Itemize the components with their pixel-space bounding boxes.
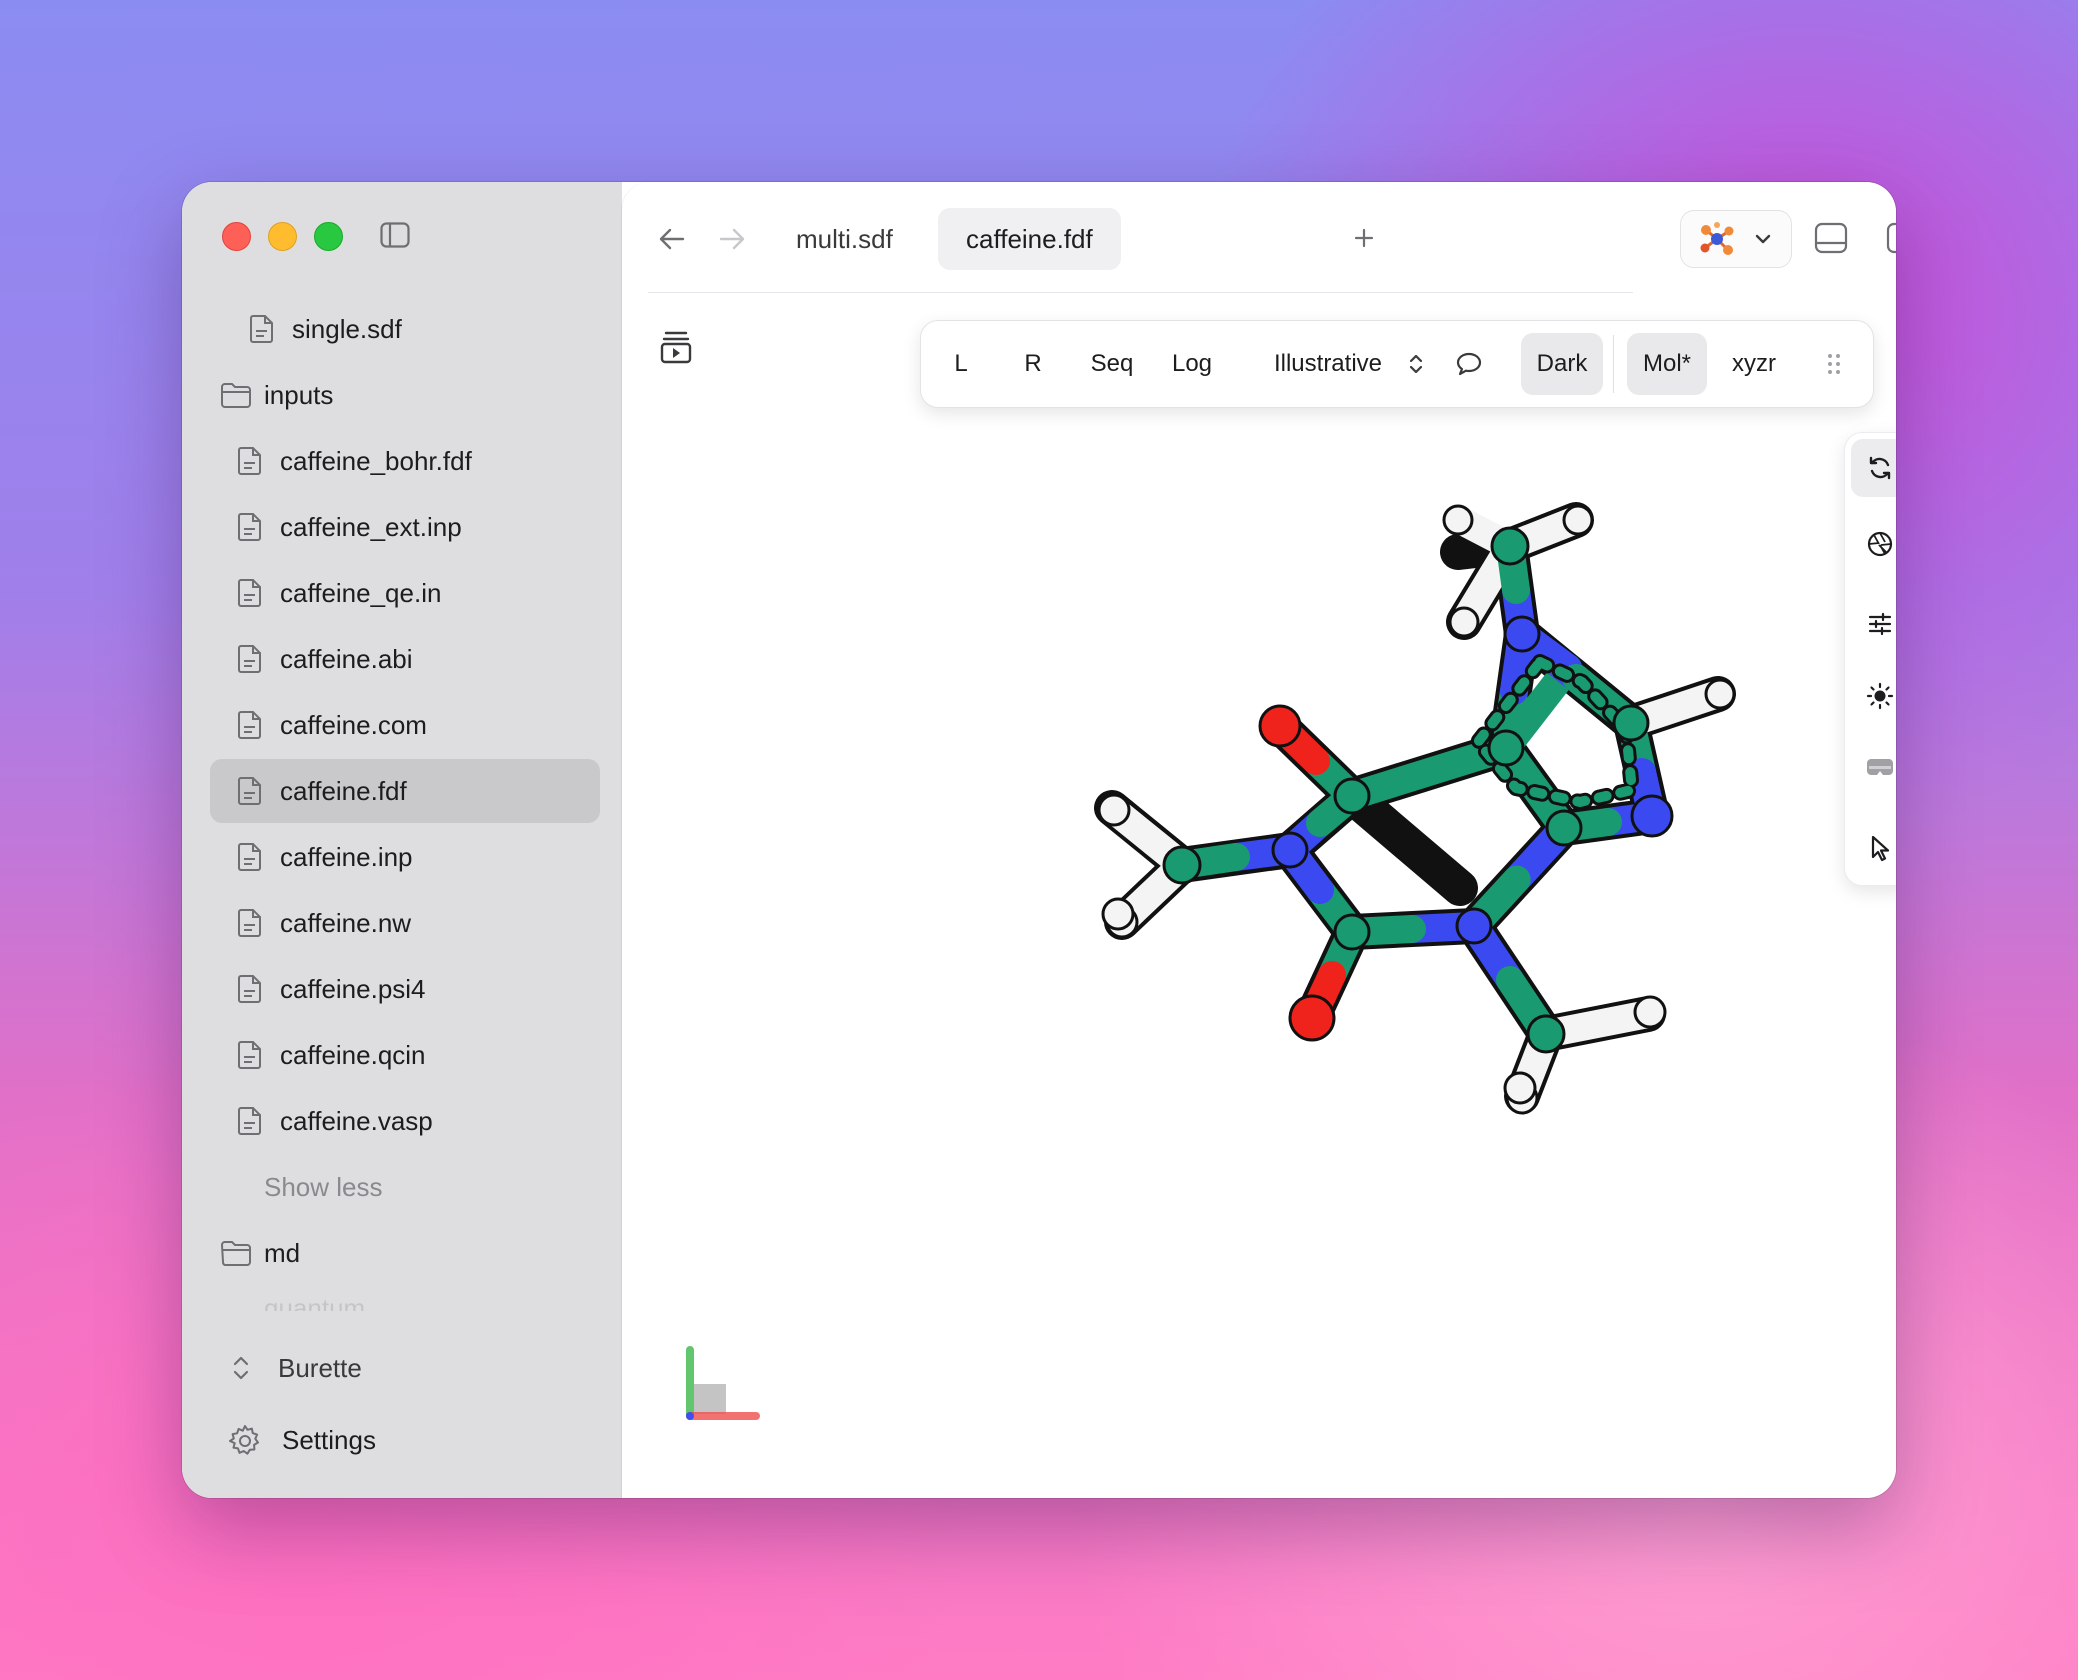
close-button[interactable] <box>222 222 251 251</box>
tree-item-file[interactable]: caffeine_qe.in <box>210 561 600 625</box>
tree-item-file[interactable]: caffeine.psi4 <box>210 957 600 1021</box>
file-icon <box>236 776 264 806</box>
chevron-updown-icon <box>232 1355 250 1381</box>
tree-item-label: caffeine.abi <box>280 643 413 674</box>
tree-item-label: caffeine.vasp <box>280 1105 433 1136</box>
file-icon <box>236 842 264 872</box>
file-icon <box>236 446 264 476</box>
tree-item-file[interactable]: caffeine.qcin <box>210 1023 600 1087</box>
main-pane: multi.sdf caffeine.fdf L R Seq Log Illus… <box>622 182 1896 1498</box>
tree-item-label: caffeine_qe.in <box>280 577 442 608</box>
tree-item-label: caffeine.com <box>280 709 427 740</box>
axes-gizmo <box>686 1346 760 1420</box>
tree-item-label: quantum <box>264 1293 366 1311</box>
file-icon <box>236 578 264 608</box>
gear-icon <box>228 1424 262 1458</box>
tree-item-file[interactable]: caffeine.abi <box>210 627 600 691</box>
tree-item-file-selected[interactable]: caffeine.fdf <box>210 759 600 823</box>
tree-folder-inputs[interactable]: inputs <box>210 363 600 427</box>
file-tree: single.sdf inputs caffeine_bohr.fdf caff… <box>182 297 622 1313</box>
tree-item-label: caffeine.fdf <box>280 775 407 806</box>
file-icon <box>236 1106 264 1136</box>
folder-icon <box>220 1238 252 1268</box>
tree-item-label: caffeine.nw <box>280 907 412 938</box>
sidebar: single.sdf inputs caffeine_bohr.fdf caff… <box>182 182 622 1498</box>
tree-item-label: inputs <box>264 379 334 410</box>
minimize-button[interactable] <box>268 222 297 251</box>
show-less-label: Show less <box>264 1171 383 1202</box>
tree-item-label: single.sdf <box>292 313 402 344</box>
file-icon <box>236 710 264 740</box>
file-icon <box>236 974 264 1004</box>
tree-item-file[interactable]: caffeine.com <box>210 693 600 757</box>
tree-item-label: caffeine_bohr.fdf <box>280 445 472 476</box>
tree-item-file[interactable]: caffeine.nw <box>210 891 600 955</box>
tree-item-label: caffeine_ext.inp <box>280 511 462 542</box>
folder-icon <box>220 380 252 410</box>
app-window: single.sdf inputs caffeine_bohr.fdf caff… <box>182 182 1896 1498</box>
tree-item-single-sdf[interactable]: single.sdf <box>210 297 600 361</box>
tree-item-label: caffeine.inp <box>280 841 413 872</box>
settings-label: Settings <box>282 1424 376 1455</box>
tree-folder-faded[interactable]: quantum <box>210 1287 600 1311</box>
file-icon <box>236 908 264 938</box>
tree-folder-md[interactable]: md <box>210 1221 600 1285</box>
settings-button[interactable]: Settings <box>182 1410 622 1470</box>
file-icon <box>236 644 264 674</box>
tree-item-label: md <box>264 1237 301 1268</box>
tree-item-label: caffeine.psi4 <box>280 973 426 1004</box>
zoom-button[interactable] <box>314 222 343 251</box>
file-icon <box>248 314 276 344</box>
tree-item-file[interactable]: caffeine_ext.inp <box>210 495 600 559</box>
workspace-switcher[interactable]: Burette <box>182 1338 622 1398</box>
tree-item-label: caffeine.qcin <box>280 1039 426 1070</box>
show-less-link[interactable]: Show less <box>210 1155 600 1219</box>
file-icon <box>236 1040 264 1070</box>
molecule-viewport[interactable] <box>622 182 1896 1498</box>
workspace-name: Burette <box>278 1352 362 1383</box>
sidebar-toggle-icon[interactable] <box>380 222 410 248</box>
tree-item-file[interactable]: caffeine_bohr.fdf <box>210 429 600 493</box>
file-icon <box>236 512 264 542</box>
tree-item-file[interactable]: caffeine.inp <box>210 825 600 889</box>
tree-item-file[interactable]: caffeine.vasp <box>210 1089 600 1153</box>
